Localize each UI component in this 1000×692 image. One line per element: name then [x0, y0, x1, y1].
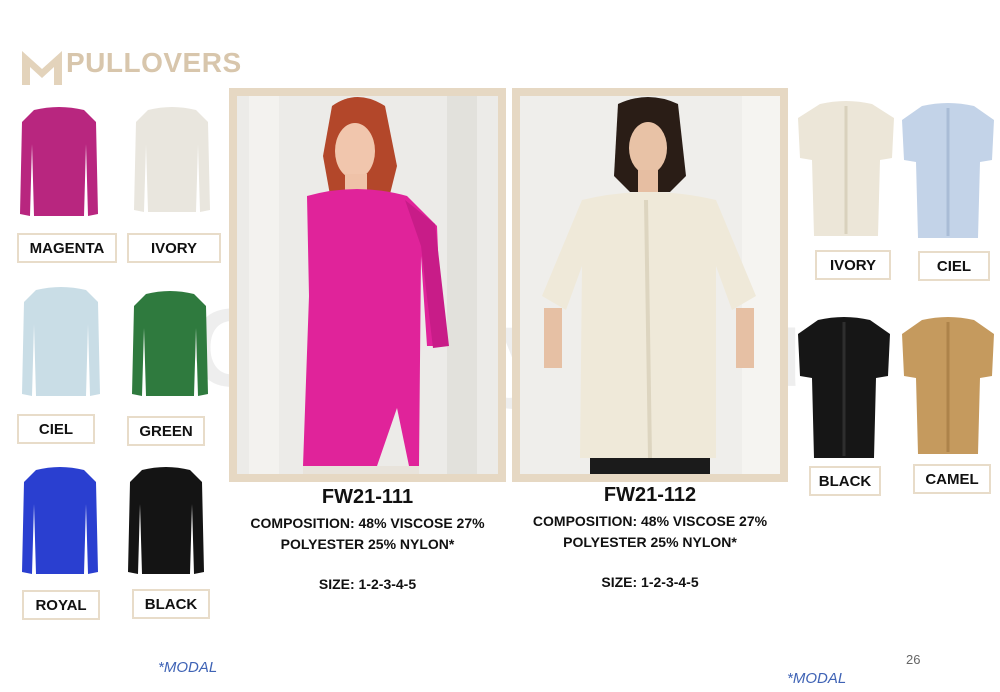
swatch-ciel-short-sleeve[interactable]	[900, 100, 996, 242]
swatch-black[interactable]	[126, 464, 206, 578]
page-title: PULLOVERS	[66, 47, 242, 78]
swatch-label: CIEL	[918, 251, 990, 281]
model-code: FW21-111	[321, 486, 414, 508]
swatch-ciel[interactable]	[20, 284, 102, 400]
swatch-ivory-short-sleeve[interactable]	[796, 98, 896, 240]
swatch-royal[interactable]	[20, 464, 100, 578]
size-range: SIZE: 1-2-3-4-5	[318, 576, 417, 592]
swatch-label: CAMEL	[913, 464, 991, 494]
swatch-label: IVORY	[127, 233, 221, 263]
swatch-label: BLACK	[132, 589, 210, 619]
model-code: FW21-112	[603, 484, 697, 506]
swatch-label: CIEL	[17, 414, 95, 444]
composition-line-2: POLYESTER 25% NYLON*	[280, 536, 455, 552]
m-logo-icon	[20, 47, 64, 87]
product-photo-fw21-112[interactable]	[512, 88, 788, 482]
composition-line-1: COMPOSITION: 48% VISCOSE 27%	[532, 513, 768, 529]
page-number: 26	[906, 652, 921, 667]
swatch-ivory[interactable]	[132, 104, 212, 216]
swatch-label: MAGENTA	[17, 233, 117, 263]
swatch-green[interactable]	[130, 288, 210, 400]
swatch-camel-short-sleeve[interactable]	[900, 314, 996, 458]
swatch-magenta[interactable]	[18, 104, 100, 220]
size-range: SIZE: 1-2-3-4-5	[601, 574, 699, 590]
modal-note-left: *MODAL	[158, 659, 218, 676]
product-photo-fw21-111[interactable]	[229, 88, 506, 482]
swatch-label: BLACK	[809, 466, 881, 496]
swatch-label: GREEN	[127, 416, 205, 446]
swatch-black-short-sleeve[interactable]	[796, 314, 892, 462]
composition-line-2: POLYESTER 25% NYLON*	[563, 534, 737, 550]
product-info-fw21-111: FW21-111 COMPOSITION: 48% VISCOSE 27% PO…	[229, 486, 506, 592]
modal-note-right: *MODAL	[787, 670, 847, 687]
swatch-label: ROYAL	[22, 590, 100, 620]
composition-line-1: COMPOSITION: 48% VISCOSE 27%	[250, 515, 485, 531]
product-info-fw21-112: FW21-112 COMPOSITION: 48% VISCOSE 27% PO…	[512, 484, 788, 590]
swatch-label: IVORY	[815, 250, 891, 280]
